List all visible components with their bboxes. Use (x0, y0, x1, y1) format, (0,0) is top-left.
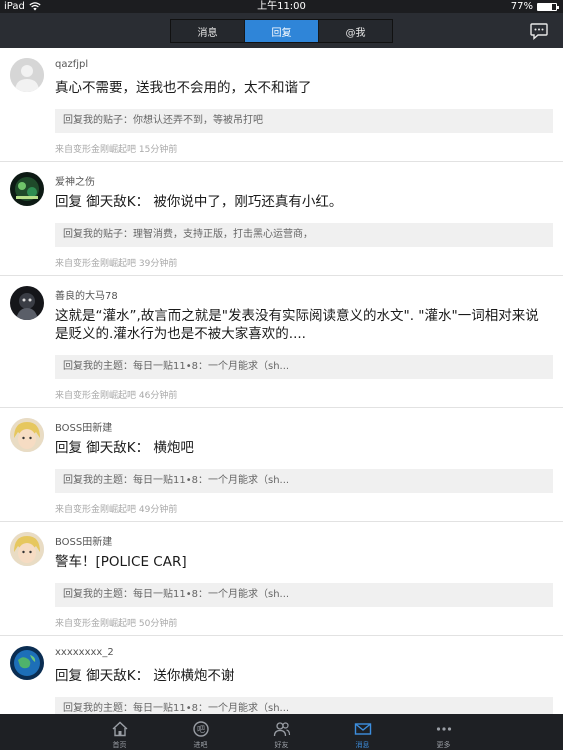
tab-forums[interactable]: 吧 进吧 (160, 714, 241, 750)
more-icon (436, 727, 451, 731)
tab-friends[interactable]: 好友 (241, 714, 322, 750)
username[interactable]: 爱神之伤 (55, 173, 95, 188)
quoted-post[interactable]: 回复我的贴子：理智消费，支持正版，打击黑心运营商， (55, 223, 553, 247)
reply-item[interactable]: BOSS田新建 回复 御天敌K： 横炮吧 回复我的主题：每日一贴11•8：一个月… (0, 408, 563, 522)
username[interactable]: BOSS田新建 (55, 419, 112, 434)
reply-item[interactable]: BOSS田新建 警车！[POLICE CAR] 回复我的主题：每日一贴11•8：… (0, 522, 563, 636)
reply-meta: 来自变形金刚崛起吧 39分钟前 (55, 259, 178, 269)
reply-content: 回复 御天敌K： 横炮吧 (55, 440, 194, 456)
reply-content: 这就是“灌水”,故言而之就是"发表没有实际阅读意义的水文". "灌水"一词相对来… (55, 308, 539, 342)
avatar[interactable] (10, 58, 44, 92)
reply-item[interactable]: qazfjpl 真心不需要，送我也不会用的，太不和谐了 回复我的贴子：你想认还弄… (0, 48, 563, 162)
battery-percent: 77% (510, 1, 533, 12)
segment-replies[interactable]: 回复 (245, 20, 319, 42)
reply-meta: 来自变形金刚崛起吧 49分钟前 (55, 505, 178, 515)
tab-messages[interactable]: 消息 (322, 714, 403, 750)
battery-icon (537, 2, 559, 11)
avatar[interactable] (10, 286, 44, 320)
tab-label: 更多 (436, 741, 451, 749)
tab-label: 首页 (112, 741, 127, 749)
avatar[interactable] (10, 532, 44, 566)
avatar[interactable] (10, 172, 44, 206)
tab-label: 消息 (355, 741, 370, 749)
tab-home[interactable]: 首页 (79, 714, 160, 750)
reply-meta: 来自变形金刚崛起吧 50分钟前 (55, 619, 178, 629)
reply-item[interactable]: xxxxxxxx_2 回复 御天敌K： 送你横炮不谢 回复我的主题：每日一贴11… (0, 636, 563, 714)
quoted-post[interactable]: 回复我的主题：每日一贴11•8：一个月能求（sh... (55, 469, 553, 493)
avatar[interactable] (10, 418, 44, 452)
username[interactable]: qazfjpl (55, 59, 88, 70)
reply-meta: 来自变形金刚崛起吧 15分钟前 (55, 145, 178, 155)
username[interactable]: 善良的大马78 (55, 287, 118, 302)
chat-bubble-icon[interactable] (529, 21, 549, 41)
username[interactable]: BOSS田新建 (55, 533, 112, 548)
quoted-post[interactable]: 回复我的主题：每日一贴11•8：一个月能求（sh... (55, 697, 553, 714)
reply-content: 回复 御天敌K： 送你横炮不谢 (55, 668, 235, 684)
username[interactable]: xxxxxxxx_2 (55, 647, 114, 658)
reply-content: 警车！[POLICE CAR] (55, 554, 187, 570)
reply-content: 真心不需要，送我也不会用的，太不和谐了 (55, 80, 312, 96)
tab-more[interactable]: 更多 (403, 714, 484, 750)
reply-content: 回复 御天敌K： 被你说中了，刚巧还真有小红。 (55, 194, 343, 210)
avatar[interactable] (10, 646, 44, 680)
quoted-post[interactable]: 回复我的主题：每日一贴11•8：一个月能求（sh... (55, 355, 553, 379)
reply-list[interactable]: qazfjpl 真心不需要，送我也不会用的，太不和谐了 回复我的贴子：你想认还弄… (0, 48, 563, 714)
mail-icon (354, 723, 371, 735)
reply-item[interactable]: 善良的大马78 这就是“灌水”,故言而之就是"发表没有实际阅读意义的水文". "… (0, 276, 563, 408)
segment-messages[interactable]: 消息 (171, 20, 245, 42)
status-time: 上午11:00 (257, 1, 306, 12)
svg-text:吧: 吧 (197, 725, 205, 734)
reply-item[interactable]: 爱神之伤 回复 御天敌K： 被你说中了，刚巧还真有小红。 回复我的贴子：理智消费… (0, 162, 563, 276)
forum-icon: 吧 (192, 721, 209, 737)
quoted-post[interactable]: 回复我的贴子：你想认还弄不到，等被吊打吧 (55, 109, 553, 133)
message-segmented-control: 消息 回复 @我 (170, 19, 393, 43)
reply-meta: 来自变形金刚崛起吧 46分钟前 (55, 391, 178, 401)
bottom-tab-bar: 首页 吧 进吧 好友 消息 更多 (0, 714, 563, 750)
tab-label: 进吧 (193, 741, 208, 749)
tab-label: 好友 (274, 741, 289, 749)
home-icon (112, 721, 127, 737)
navigation-bar: 消息 回复 @我 (0, 13, 563, 48)
friends-icon (273, 722, 290, 737)
segment-mentions[interactable]: @我 (319, 20, 392, 42)
quoted-post[interactable]: 回复我的主题：每日一贴11•8：一个月能求（sh... (55, 583, 553, 607)
status-bar: iPad 上午11:00 77% (0, 0, 563, 13)
